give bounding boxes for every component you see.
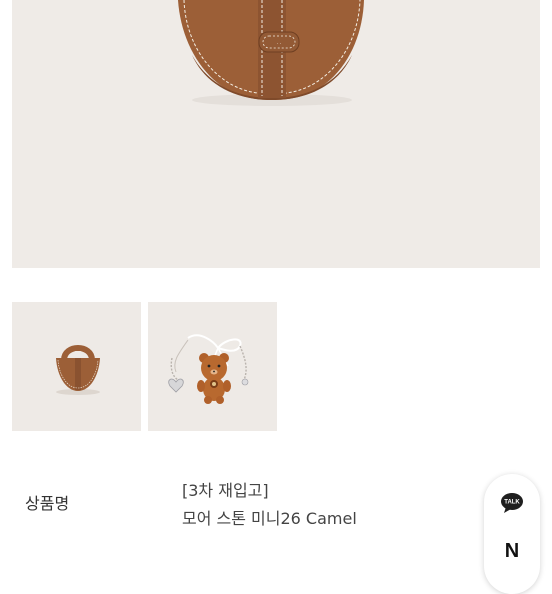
kakao-talk-button[interactable]: TALK xyxy=(484,486,540,520)
product-name: 모어 스톤 미니26 Camel xyxy=(182,509,357,528)
thumbnail-bag[interactable] xyxy=(12,302,141,431)
talk-bubble-icon: TALK xyxy=(501,493,523,513)
thumbnail-keyring[interactable] xyxy=(148,302,277,431)
floating-contact-buttons: TALK N xyxy=(484,474,540,594)
product-name-prefix: [3차 재입고] xyxy=(182,481,269,500)
main-product-image: · · xyxy=(12,0,540,268)
keyring-thumbnail-image xyxy=(168,334,249,404)
svg-text:· ·: · · xyxy=(277,41,282,47)
bag-illustration: · · xyxy=(178,0,364,106)
talk-label: TALK xyxy=(504,500,520,506)
bag-thumbnail-image xyxy=(56,345,100,395)
product-name-label: 상품명 xyxy=(25,494,70,513)
naver-talk-button[interactable]: N xyxy=(484,540,540,562)
